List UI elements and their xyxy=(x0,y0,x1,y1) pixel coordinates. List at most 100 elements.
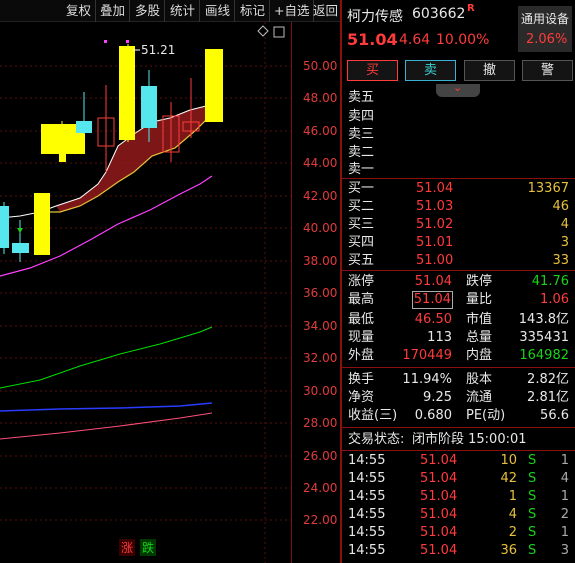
bid-label: 买一 xyxy=(348,181,375,196)
candle-down xyxy=(76,121,92,133)
price-change: 4.64 xyxy=(399,32,431,48)
low-value: 46.50 xyxy=(414,312,452,327)
tick-price: 51.04 xyxy=(420,507,458,522)
outer-label: 外盘 xyxy=(348,348,375,363)
candle-up xyxy=(119,46,135,140)
square-icon[interactable] xyxy=(273,26,285,38)
kline-chart[interactable]: 51.21 50.00 48.00 46.00 44.00 42.00 40.0… xyxy=(0,22,340,563)
axis-separator xyxy=(291,22,292,563)
bid-row[interactable]: 买二 51.03 46 xyxy=(342,197,575,216)
sector-pct: 2.06% xyxy=(526,32,568,47)
y-axis-tick: 36.00 xyxy=(303,286,338,300)
eps-label: 收益(三) xyxy=(348,408,398,423)
tick-count: 2 xyxy=(560,507,569,522)
toolbar-draw-button[interactable]: 画线 xyxy=(201,0,236,22)
tick-time: 14:55 xyxy=(348,471,386,486)
turnover-value: 11.94% xyxy=(402,372,452,387)
toolbar-multi-stock-button[interactable]: 多股 xyxy=(131,0,166,22)
toolbar-adjust-button[interactable]: 复权 xyxy=(62,0,97,22)
share-cap-label: 股本 xyxy=(466,372,493,387)
y-axis-tick: 28.00 xyxy=(303,416,338,430)
float-label: 流通 xyxy=(466,390,493,405)
tick-side: S xyxy=(528,489,537,504)
tick-count: 1 xyxy=(560,489,569,504)
ma-line-6 xyxy=(0,412,213,440)
tick-row: 14:55 51.04 10 S 1 xyxy=(342,451,575,470)
stock-tag: R xyxy=(467,3,475,14)
inner-label: 内盘 xyxy=(466,348,493,363)
diamond-icon[interactable] xyxy=(257,25,269,37)
sell-button[interactable]: 卖 xyxy=(405,60,456,81)
rise-filter-tag[interactable]: 涨 xyxy=(119,539,136,556)
tick-time: 14:55 xyxy=(348,453,386,468)
sector-box[interactable]: 通用设备 2.06% xyxy=(518,6,572,52)
tick-time: 14:55 xyxy=(348,525,386,540)
last-vol-label: 现量 xyxy=(348,330,375,345)
mkt-cap-label: 市值 xyxy=(466,312,493,327)
signal-arrow-icon xyxy=(17,228,23,233)
nav-value: 9.25 xyxy=(423,390,452,405)
bid-row[interactable]: 买一 51.04 13367 xyxy=(342,179,575,198)
bid-label: 买五 xyxy=(348,253,375,268)
bid-volume: 33 xyxy=(552,253,569,268)
bid-volume: 3 xyxy=(560,235,569,250)
y-axis-tick: 44.00 xyxy=(303,156,338,170)
buy-button[interactable]: 买 xyxy=(347,60,398,81)
tick-side: S xyxy=(528,507,537,522)
tick-row: 14:55 51.04 4 S 2 xyxy=(342,505,575,524)
alert-button[interactable]: 警 xyxy=(522,60,573,81)
total-vol-label: 总量 xyxy=(466,330,493,345)
fall-filter-tag[interactable]: 跌 xyxy=(140,539,157,556)
tick-side: S xyxy=(528,453,537,468)
limit-down-value: 41.76 xyxy=(531,274,569,289)
toolbar-back-button[interactable]: 返回 xyxy=(309,0,342,22)
inner-value: 164982 xyxy=(519,348,569,363)
tick-row: 14:55 51.04 42 S 4 xyxy=(342,469,575,488)
high-value: 51.04 xyxy=(411,291,453,309)
bid-price: 51.01 xyxy=(416,235,454,250)
tick-price: 51.04 xyxy=(420,525,458,540)
low-label: 最低 xyxy=(348,312,375,327)
ask-1-label: 卖一 xyxy=(348,162,375,177)
toolbar-add-watchlist-button[interactable]: +自选 xyxy=(270,0,315,22)
y-axis-tick: 42.00 xyxy=(303,189,338,203)
bid-price: 51.02 xyxy=(416,217,454,232)
toolbar-stats-button[interactable]: 统计 xyxy=(166,0,201,22)
y-axis-tick: 26.00 xyxy=(303,449,338,463)
kline-chart-canvas xyxy=(0,22,291,563)
ask-4-label: 卖四 xyxy=(348,109,375,124)
tick-row: 14:55 51.04 1 S 1 xyxy=(342,487,575,506)
stock-name: 柯力传感 xyxy=(347,9,403,25)
cancel-order-button[interactable]: 撤 xyxy=(464,60,515,81)
vol-ratio-value: 1.06 xyxy=(540,292,569,307)
bid-label: 买三 xyxy=(348,217,375,232)
current-price: 51.04 xyxy=(347,30,398,49)
tick-price: 51.04 xyxy=(420,471,458,486)
y-axis-tick: 40.00 xyxy=(303,221,338,235)
bid-label: 买四 xyxy=(348,235,375,250)
y-axis-tick: 48.00 xyxy=(303,91,338,105)
bid-row[interactable]: 买三 51.02 4 xyxy=(342,215,575,234)
marker-dot xyxy=(104,40,107,43)
section-divider xyxy=(342,270,575,271)
high-price-label: 51.21 xyxy=(141,43,176,57)
toolbar-mark-button[interactable]: 标记 xyxy=(236,0,271,22)
bid-row[interactable]: 买四 51.01 3 xyxy=(342,233,575,252)
tick-volume: 10 xyxy=(500,453,517,468)
y-axis-tick: 50.00 xyxy=(303,59,338,73)
tick-volume: 4 xyxy=(508,507,517,522)
tick-price: 51.04 xyxy=(420,543,458,558)
quote-panel: 柯力传感 603662 R 51.04 4.64 10.00% 通用设备 2.0… xyxy=(342,0,575,563)
y-axis-tick: 46.00 xyxy=(303,124,338,138)
candle-up xyxy=(34,193,50,255)
chart-toolbar: 复权 叠加 多股 统计 画线 标记 +自选 返回 xyxy=(0,0,340,22)
bid-volume: 13367 xyxy=(527,181,569,196)
candle-down xyxy=(141,86,157,128)
tick-volume: 1 xyxy=(508,489,517,504)
bid-row[interactable]: 买五 51.00 33 xyxy=(342,251,575,270)
tick-price: 51.04 xyxy=(420,489,458,504)
y-axis-tick: 22.00 xyxy=(303,513,338,527)
toolbar-overlay-button[interactable]: 叠加 xyxy=(96,0,131,22)
tick-count: 4 xyxy=(560,471,569,486)
ask-3-label: 卖三 xyxy=(348,127,375,142)
